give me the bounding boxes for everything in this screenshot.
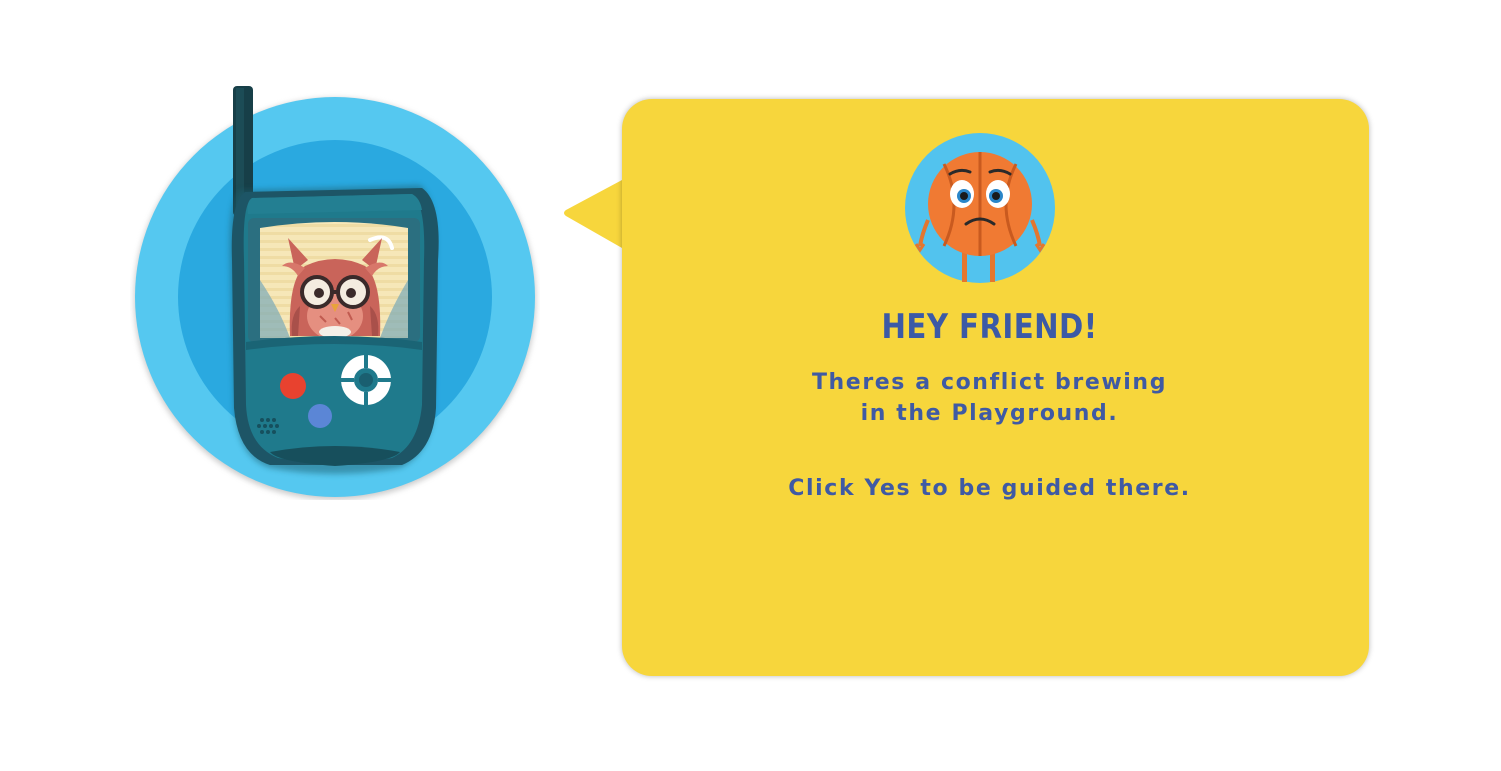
bubble-tail [564,180,622,248]
dialog-message-line1: Theres a conflict brewing [811,370,1168,395]
walkie-talkie-icon [134,86,536,500]
dialog-instruction: Click Yes to be guided there. [788,476,1191,501]
game-stage: HEY FRIEND! Theres a conflict brewing in… [0,0,1501,771]
walkie-talkie-badge [130,80,540,500]
dialog-bubble: HEY FRIEND! Theres a conflict brewing in… [622,99,1369,676]
basketball-character-icon [905,133,1055,283]
dialog-title: HEY FRIEND! [881,307,1098,347]
dpad-icon [341,355,391,405]
dialog-message-line2: in the Playground. [860,401,1119,426]
